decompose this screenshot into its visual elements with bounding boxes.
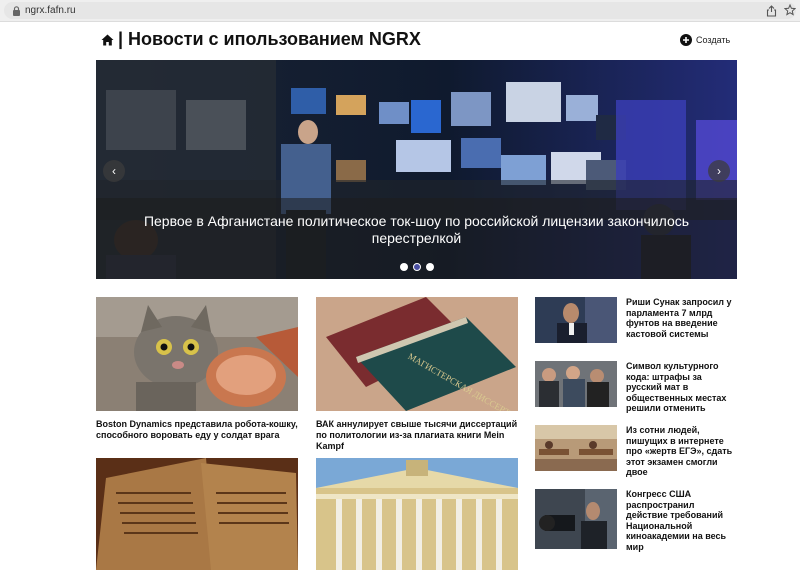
old-manuscript-photo: [96, 458, 298, 570]
news-carousel[interactable]: Первое в Афганистане политическое ток-шо…: [96, 60, 737, 279]
camera-operator-photo: [535, 489, 617, 549]
side-news-title-4[interactable]: Конгресс США распространил действие треб…: [626, 489, 736, 552]
carousel-dot-3[interactable]: [426, 263, 434, 271]
carousel-dot-1[interactable]: [400, 263, 408, 271]
side-news-title-1[interactable]: Риши Сунак запросил у парламента 7 млрд …: [626, 297, 736, 339]
side-news-image-1[interactable]: [535, 297, 617, 343]
dissertation-book-photo: МАГИСТЕРСКАЯ ДИССЕРТАЦИЯ: [316, 297, 518, 411]
crowd-photo: [535, 361, 617, 407]
address-bar[interactable]: ngrx.fafn.ru: [4, 2, 796, 19]
politician-photo: [535, 297, 617, 343]
carousel-next-button[interactable]: ›: [708, 160, 730, 182]
side-news-title-3[interactable]: Из сотни людей, пишущих в интернете про …: [626, 425, 736, 478]
card-image-cat[interactable]: [96, 297, 298, 411]
side-news-image-4[interactable]: [535, 489, 617, 549]
create-button[interactable]: Создать: [680, 31, 730, 49]
card-image-manuscript[interactable]: [96, 458, 298, 570]
side-news-image-2[interactable]: [535, 361, 617, 407]
lock-icon: [13, 6, 20, 16]
browser-toolbar: ngrx.fafn.ru: [0, 0, 800, 22]
card-image-dissertation[interactable]: МАГИСТЕРСКАЯ ДИССЕРТАЦИЯ: [316, 297, 518, 411]
side-news-title-2[interactable]: Символ культурного кода: штрафы за русск…: [626, 361, 736, 414]
home-icon[interactable]: [101, 34, 114, 46]
share-icon[interactable]: [766, 5, 777, 17]
page-title: | Новости с ипользованием NGRX: [118, 29, 421, 49]
carousel-caption[interactable]: Первое в Афганистане политическое ток-шо…: [136, 213, 697, 247]
card-image-academy[interactable]: [316, 458, 518, 570]
carousel-dot-2[interactable]: [413, 263, 421, 271]
academy-building-photo: [316, 458, 518, 570]
cat-with-ham-photo: [96, 297, 298, 411]
card-title-2[interactable]: ВАК аннулирует свыше тысячи диссертаций …: [316, 419, 518, 452]
carousel-prev-button[interactable]: ‹: [103, 160, 125, 182]
url-text: ngrx.fafn.ru: [25, 5, 76, 16]
exam-room-photo: [535, 425, 617, 471]
carousel-indicators: [400, 263, 434, 271]
card-title-1[interactable]: Boston Dynamics представила робота-кошку…: [96, 419, 298, 441]
plus-circle-icon: [680, 34, 692, 46]
side-news-image-3[interactable]: [535, 425, 617, 471]
star-icon[interactable]: [784, 4, 796, 16]
create-button-label: Создать: [696, 35, 731, 45]
